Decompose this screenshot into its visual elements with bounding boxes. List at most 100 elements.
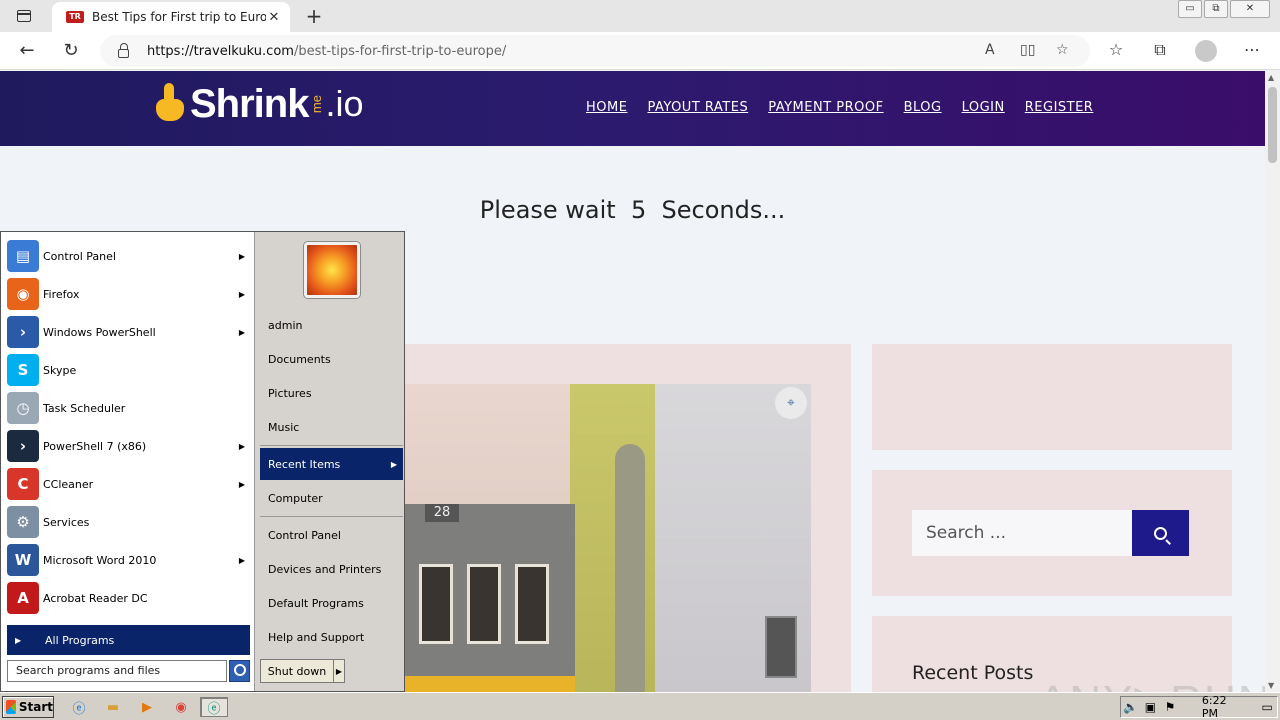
start-item-label: Task Scheduler	[43, 401, 126, 415]
start-item-documents[interactable]: Documents	[260, 344, 403, 374]
start-item-task-scheduler[interactable]: ◷ Task Scheduler	[7, 390, 251, 426]
tram	[405, 504, 575, 692]
read-aloud-icon[interactable]: A	[985, 42, 995, 58]
start-item-label: Control Panel	[43, 249, 116, 263]
start-item-help-support[interactable]: Help and Support	[260, 622, 403, 652]
tab-actions-button[interactable]	[10, 6, 38, 26]
start-item-devices-printers[interactable]: Devices and Printers	[260, 554, 403, 584]
start-item-windows-powershell[interactable]: › Windows PowerShell ▶	[7, 314, 251, 350]
start-separator	[260, 516, 403, 517]
submenu-arrow-icon: ▶	[238, 555, 245, 565]
all-programs-button[interactable]: ▶ All Programs	[7, 625, 250, 655]
network-icon[interactable]: ▣	[1141, 700, 1161, 714]
collections-icon[interactable]: ⧉	[1148, 40, 1172, 60]
powershell7-icon: ›	[7, 430, 39, 462]
nav-login[interactable]: LOGIN	[962, 100, 1005, 115]
start-item-computer[interactable]: Computer	[260, 483, 403, 513]
start-item-label: Skype	[43, 363, 77, 377]
start-item-label: Windows PowerShell	[43, 325, 156, 339]
system-tray: 🔈 ▣ ⚑ 6:22 PM ▭	[1120, 694, 1278, 720]
close-window-button[interactable]: ✕	[1230, 0, 1270, 18]
start-item-recent-items[interactable]: Recent Items ▶	[260, 448, 403, 480]
logo-word: Shrink	[190, 81, 309, 126]
start-search-icon[interactable]	[229, 660, 250, 682]
address-bar[interactable]: https://travelkuku.com/best-tips-for-fir…	[100, 35, 1090, 67]
more-menu-icon[interactable]: ⋯	[1240, 40, 1264, 59]
start-item-music[interactable]: Music	[260, 412, 403, 442]
main-nav: HOME PAYOUT RATES PAYMENT PROOF BLOG LOG…	[586, 100, 1113, 115]
volume-icon[interactable]: 🔈	[1121, 700, 1141, 714]
nav-register[interactable]: REGISTER	[1025, 100, 1094, 115]
taskbar-clock[interactable]: 6:22 PM	[1202, 694, 1246, 720]
nav-blog[interactable]: BLOG	[904, 100, 942, 115]
url-domain: https://travelkuku.com	[147, 43, 294, 59]
submenu-arrow-icon: ▶	[238, 251, 245, 261]
start-item-microsoft-word-2010[interactable]: W Microsoft Word 2010 ▶	[7, 542, 251, 578]
logo-hand-icon	[150, 81, 190, 127]
browser-tab-bar: TR Best Tips for First trip to Europe ✕ …	[0, 0, 1280, 32]
taskbar-ie-icon[interactable]: ⓔ	[68, 697, 90, 717]
start-item-control-panel[interactable]: Control Panel	[260, 520, 403, 550]
start-item-admin[interactable]: admin	[260, 310, 403, 340]
start-item-label: Acrobat Reader DC	[43, 591, 148, 605]
page-scrollbar[interactable]: ▲ ▼	[1265, 71, 1280, 692]
immersive-reader-icon[interactable]: ▯▯	[1020, 42, 1035, 58]
show-desktop-icon[interactable]: ▭	[1257, 700, 1277, 714]
services-icon: ⚙	[7, 506, 39, 538]
search-input[interactable]: Search ...	[912, 510, 1132, 556]
start-item-services[interactable]: ⚙ Services	[7, 504, 251, 540]
taskbar-edge-icon[interactable]: ⓔ	[200, 697, 228, 717]
start-item-skype[interactable]: S Skype	[7, 352, 251, 388]
taskbar-chrome-icon[interactable]: ◉	[170, 697, 192, 717]
reload-button[interactable]: ↻	[58, 38, 84, 64]
browser-tab[interactable]: TR Best Tips for First trip to Europe ✕	[52, 2, 290, 32]
scroll-down-icon[interactable]: ▼	[1268, 681, 1274, 690]
address-url: https://travelkuku.com/best-tips-for-fir…	[147, 44, 506, 59]
start-menu: ▤ Control Panel ▶ ◉ Firefox ▶ › Windows PowerSh…	[0, 231, 405, 692]
lock-icon[interactable]	[118, 42, 129, 58]
action-center-flag-icon[interactable]: ⚑	[1160, 700, 1180, 714]
window-controls: ▭ ⧉ ✕	[1176, 0, 1270, 18]
start-search-input[interactable]: Search programs and files	[7, 660, 227, 682]
start-item-acrobat-reader-dc[interactable]: A Acrobat Reader DC	[7, 580, 251, 616]
tab-title: Best Tips for First trip to Europe	[92, 10, 266, 24]
browser-toolbar: ← ↻ https://travelkuku.com/best-tips-for…	[0, 32, 1280, 70]
nav-payout-rates[interactable]: PAYOUT RATES	[647, 100, 748, 115]
search-button[interactable]	[1132, 510, 1189, 556]
taskbar-media-player-icon[interactable]: ▶	[136, 697, 158, 717]
user-picture[interactable]	[304, 242, 360, 298]
tram-number: 28	[425, 504, 459, 522]
url-path: /best-tips-for-first-trip-to-europe/	[293, 43, 507, 59]
start-button[interactable]: Start	[2, 696, 54, 718]
powershell-icon: ›	[7, 316, 39, 348]
shutdown-button[interactable]: Shut down	[260, 659, 334, 683]
profile-avatar[interactable]	[1195, 40, 1217, 62]
recent-posts-title: Recent Posts	[912, 662, 1034, 684]
site-header: Shrink me .io HOME PAYOUT RATES PAYMENT …	[0, 71, 1265, 146]
shutdown-options-icon[interactable]: ▶	[333, 659, 345, 683]
scroll-up-icon[interactable]: ▲	[1268, 73, 1274, 82]
start-item-powershell-7-x86[interactable]: › PowerShell 7 (x86) ▶	[7, 428, 251, 464]
start-item-ccleaner[interactable]: C CCleaner ▶	[7, 466, 251, 502]
new-tab-button[interactable]: +	[302, 4, 326, 28]
favorite-add-icon[interactable]: ☆	[1056, 42, 1069, 58]
scroll-thumb[interactable]	[1268, 87, 1277, 163]
tab-close-icon[interactable]: ✕	[266, 10, 282, 25]
taskbar-explorer-icon[interactable]: ▬	[102, 697, 124, 717]
start-item-firefox[interactable]: ◉ Firefox ▶	[7, 276, 251, 312]
start-item-default-programs[interactable]: Default Programs	[260, 588, 403, 618]
maximize-button[interactable]: ⧉	[1204, 0, 1228, 18]
start-item-label: Microsoft Word 2010	[43, 553, 157, 567]
visual-search-icon[interactable]: ⌖	[775, 387, 807, 419]
favorites-icon[interactable]: ☆	[1104, 40, 1128, 59]
nav-home[interactable]: HOME	[586, 100, 627, 115]
start-item-control-panel[interactable]: ▤ Control Panel ▶	[7, 238, 251, 274]
start-item-pictures[interactable]: Pictures	[260, 378, 403, 408]
site-logo[interactable]: Shrink me .io	[150, 81, 364, 127]
minimize-button[interactable]: ▭	[1178, 0, 1202, 18]
task-scheduler-icon: ◷	[7, 392, 39, 424]
logo-me: me	[309, 94, 325, 114]
nav-payment-proof[interactable]: PAYMENT PROOF	[768, 100, 883, 115]
tab-actions-icon	[17, 10, 31, 22]
back-button[interactable]: ←	[14, 38, 40, 64]
